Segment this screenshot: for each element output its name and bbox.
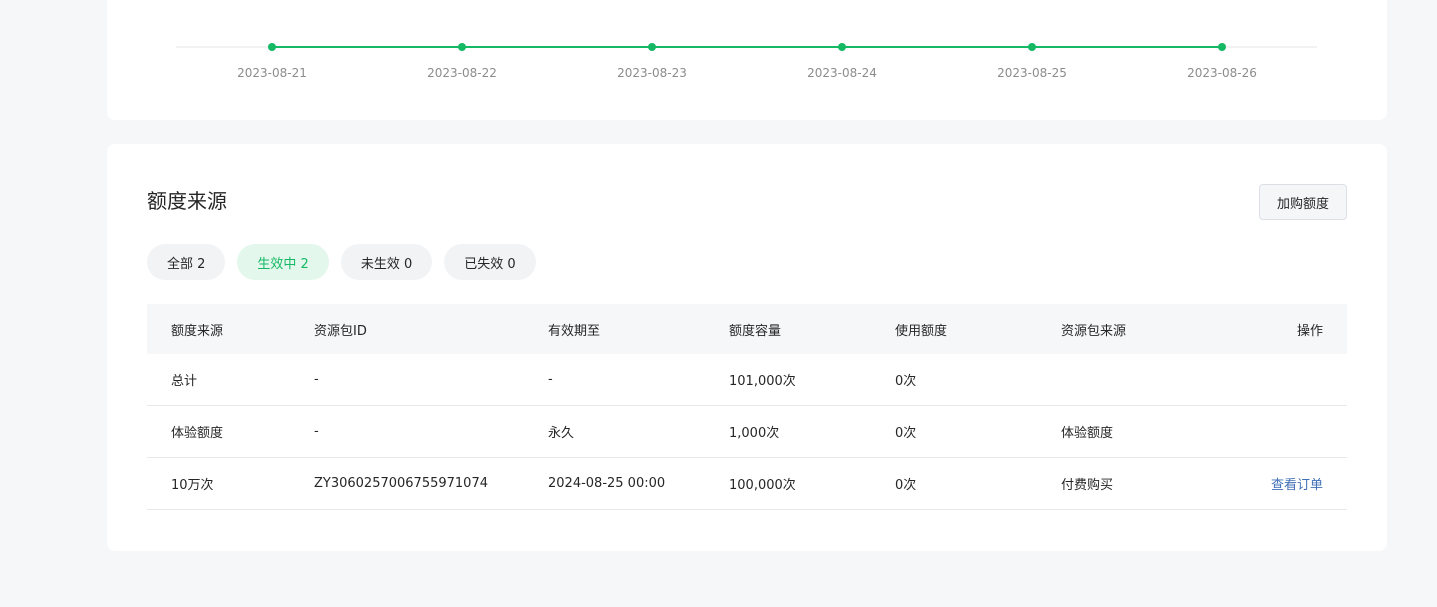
- data-point[interactable]: [1028, 43, 1036, 51]
- usage-chart-card: 2023-08-21 2023-08-22 2023-08-23 2023-08-24…: [107, 0, 1387, 120]
- table-row: 总计 - - 101,000次 0次: [147, 354, 1347, 406]
- x-tick-label: 2023-08-22: [427, 66, 497, 80]
- section-title: 额度来源: [147, 189, 227, 213]
- cell-quota-source: 总计: [171, 374, 198, 389]
- quota-source-card: 额度来源 加购额度 全部 2 生效中 2 未生效 0 已失效 0 额度来源 资源…: [107, 144, 1387, 551]
- cell-valid-until: -: [548, 372, 553, 387]
- cell-quota-source: 10万次: [171, 478, 214, 493]
- data-point[interactable]: [648, 43, 656, 51]
- cell-used: 0次: [895, 426, 917, 441]
- header-used: 使用额度: [895, 323, 948, 339]
- cell-capacity: 1,000次: [729, 426, 780, 441]
- status-filter-tabs: 全部 2 生效中 2 未生效 0 已失效 0: [147, 244, 536, 280]
- quota-table: 额度来源 资源包ID 有效期至 额度容量 使用额度 资源包来源 操作 总计 - …: [147, 304, 1347, 510]
- view-order-link-label[interactable]: 查看订单: [1271, 478, 1323, 493]
- cell-package-source: 付费购买: [1061, 478, 1114, 493]
- x-tick-label: 2023-08-25: [997, 66, 1067, 80]
- header-valid-until: 有效期至: [548, 323, 601, 339]
- view-order-link[interactable]: 查看订单: [1223, 474, 1347, 493]
- buy-quota-button[interactable]: 加购额度: [1259, 184, 1347, 220]
- filter-expired[interactable]: 已失效 0: [444, 244, 536, 280]
- data-point[interactable]: [458, 43, 466, 51]
- data-point[interactable]: [838, 43, 846, 51]
- cell-package-source: 体验额度: [1061, 426, 1114, 441]
- filter-all[interactable]: 全部 2: [147, 244, 226, 280]
- x-tick-label: 2023-08-26: [1187, 66, 1257, 80]
- data-point[interactable]: [268, 43, 276, 51]
- cell-package-id: -: [314, 372, 319, 387]
- x-tick-label: 2023-08-23: [617, 66, 687, 80]
- cell-capacity: 100,000次: [729, 478, 796, 493]
- cell-capacity: 101,000次: [729, 374, 796, 389]
- header-action: 操作: [1296, 323, 1323, 339]
- x-tick-label: 2023-08-24: [807, 66, 877, 80]
- cell-used: 0次: [895, 478, 917, 493]
- header-quota-source: 额度来源: [171, 323, 224, 339]
- cell-valid-until: 2024-08-25 00:00: [548, 476, 666, 491]
- header-package-id: 资源包ID: [314, 323, 367, 339]
- filter-pending[interactable]: 未生效 0: [340, 244, 433, 280]
- cell-used: 0次: [895, 374, 917, 389]
- cell-package-id: -: [314, 424, 319, 439]
- filter-active[interactable]: 生效中 2: [237, 244, 329, 280]
- cell-valid-until: 永久: [548, 426, 575, 441]
- table-row: 10万次 ZY3060257006755971074 2024-08-25 00…: [147, 458, 1347, 510]
- header-capacity: 额度容量: [729, 323, 782, 339]
- data-point[interactable]: [1218, 43, 1226, 51]
- cell-quota-source: 体验额度: [171, 426, 224, 441]
- usage-line-chart: 2023-08-21 2023-08-22 2023-08-23 2023-08-24…: [176, 43, 1317, 80]
- x-tick-label: 2023-08-21: [237, 66, 307, 80]
- table-header: 额度来源 资源包ID 有效期至 额度容量 使用额度 资源包来源 操作: [147, 304, 1347, 354]
- table-row: 体验额度 - 永久 1,000次 0次 体验额度: [147, 406, 1347, 458]
- header-package-source: 资源包来源: [1061, 323, 1127, 339]
- cell-package-id: ZY3060257006755971074: [314, 476, 488, 491]
